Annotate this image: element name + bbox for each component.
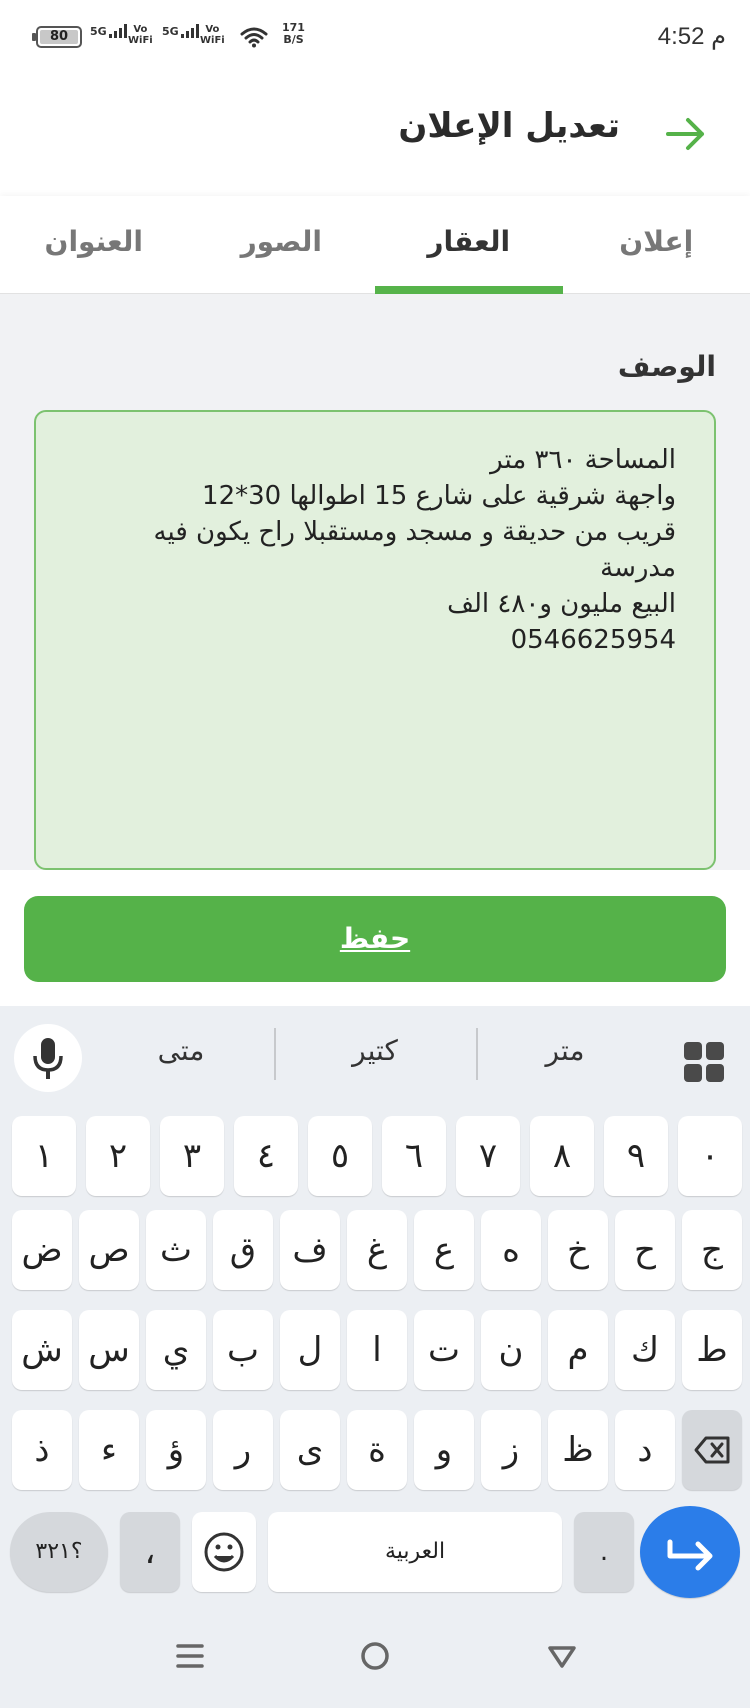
key[interactable]: ف <box>280 1210 340 1290</box>
comma-key[interactable]: ، <box>120 1512 180 1592</box>
menu-icon[interactable] <box>170 1636 210 1676</box>
symbols-key[interactable]: ؟٣٢١ <box>10 1512 108 1592</box>
back-arrow-icon[interactable] <box>664 112 708 156</box>
clock: 4:52 م <box>657 23 726 50</box>
key[interactable]: ش <box>12 1310 72 1390</box>
suggestion-3[interactable]: متى <box>96 1034 266 1067</box>
wifi-icon <box>240 27 268 48</box>
letter-row-2: ط ك م ن ت ا ل ب ي س ش <box>8 1310 742 1390</box>
key[interactable]: ٠ <box>678 1116 742 1196</box>
suggestion-1[interactable]: متر <box>480 1034 650 1067</box>
key[interactable]: ر <box>213 1410 273 1490</box>
key[interactable]: ؤ <box>146 1410 206 1490</box>
status-bar: 80 5G Vo WiFi 5G Vo WiFi 171 B/S 4:52 م <box>0 0 750 76</box>
key[interactable]: ة <box>347 1410 407 1490</box>
battery-icon: 80 <box>32 26 82 48</box>
battery-level: 80 <box>49 29 69 44</box>
key[interactable]: ١ <box>12 1116 76 1196</box>
key[interactable]: ذ <box>12 1410 72 1490</box>
key[interactable]: م <box>548 1310 608 1390</box>
mic-icon <box>33 1038 63 1079</box>
save-area: حفظ <box>0 870 750 1006</box>
home-icon[interactable] <box>355 1636 395 1676</box>
letter-row-1: ج ح خ ه ع غ ف ق ث ص ض <box>8 1210 742 1290</box>
emoji-key[interactable] <box>192 1512 256 1592</box>
key[interactable]: ٨ <box>530 1116 594 1196</box>
apps-grid-icon[interactable] <box>684 1042 724 1082</box>
key[interactable]: و <box>414 1410 474 1490</box>
tab-address[interactable]: العنوان <box>0 196 188 293</box>
key[interactable]: س <box>79 1310 139 1390</box>
key[interactable]: ض <box>12 1210 72 1290</box>
tab-photos[interactable]: الصور <box>188 196 376 293</box>
key[interactable]: ٤ <box>234 1116 298 1196</box>
backspace-key[interactable] <box>682 1410 742 1490</box>
key[interactable]: ٦ <box>382 1116 446 1196</box>
tab-property[interactable]: العقار <box>375 196 563 294</box>
key[interactable]: ٩ <box>604 1116 668 1196</box>
key[interactable]: ت <box>414 1310 474 1390</box>
key[interactable]: ج <box>682 1210 742 1290</box>
mic-button[interactable] <box>14 1024 82 1092</box>
page-title: تعديل الإعلان <box>398 106 620 146</box>
back-triangle-icon[interactable] <box>542 1636 582 1676</box>
backspace-icon <box>694 1436 730 1464</box>
vowifi-indicator-2: Vo WiFi <box>200 24 225 46</box>
key[interactable]: ا <box>347 1310 407 1390</box>
key[interactable]: ن <box>481 1310 541 1390</box>
save-button[interactable]: حفظ <box>24 896 726 982</box>
tab-bar: إعلان العقار الصور العنوان <box>0 196 750 294</box>
key[interactable]: ح <box>615 1210 675 1290</box>
key[interactable]: ب <box>213 1310 273 1390</box>
network-speed: 171 B/S <box>282 21 305 46</box>
tab-ad[interactable]: إعلان <box>563 196 750 293</box>
form-content: الوصف المساحة ٣٦٠ متر واجهة شرقية على شا… <box>0 294 750 870</box>
key[interactable]: ث <box>146 1210 206 1290</box>
key[interactable]: غ <box>347 1210 407 1290</box>
key[interactable]: ك <box>615 1310 675 1390</box>
suggestion-bar: متى كتير متر <box>0 1006 750 1102</box>
key[interactable]: ٣ <box>160 1116 224 1196</box>
key[interactable]: ع <box>414 1210 474 1290</box>
key[interactable]: ه <box>481 1210 541 1290</box>
suggestion-2[interactable]: كتير <box>290 1034 460 1067</box>
key[interactable]: ط <box>682 1310 742 1390</box>
key[interactable]: ٢ <box>86 1116 150 1196</box>
key[interactable]: د <box>615 1410 675 1490</box>
enter-arrow-icon <box>667 1539 713 1571</box>
letter-row-3: د ظ ز و ة ى ر ؤ ء ذ <box>8 1410 742 1490</box>
period-key[interactable]: . <box>574 1512 634 1592</box>
vowifi-indicator: Vo WiFi <box>128 24 153 46</box>
key[interactable]: ي <box>146 1310 206 1390</box>
key[interactable]: ص <box>79 1210 139 1290</box>
key[interactable]: خ <box>548 1210 608 1290</box>
app-header: تعديل الإعلان <box>0 76 750 196</box>
key[interactable]: ظ <box>548 1410 608 1490</box>
system-nav-bar <box>0 1606 750 1708</box>
signal-icon-2: 5G <box>162 24 199 38</box>
key[interactable]: ٧ <box>456 1116 520 1196</box>
key[interactable]: ٥ <box>308 1116 372 1196</box>
bottom-row: ؟٣٢١ ، العربية . <box>8 1506 742 1598</box>
enter-key[interactable] <box>640 1506 740 1598</box>
digit-row: ٠ ٩ ٨ ٧ ٦ ٥ ٤ ٣ ٢ ١ <box>8 1116 742 1196</box>
signal-icon: 5G <box>90 24 127 38</box>
key[interactable]: ء <box>79 1410 139 1490</box>
space-key[interactable]: العربية <box>268 1512 562 1592</box>
key[interactable]: ق <box>213 1210 273 1290</box>
description-label: الوصف <box>617 350 716 383</box>
keyboard: متى كتير متر ٠ ٩ ٨ ٧ ٦ ٥ ٤ ٣ ٢ ١ ج ح خ ه… <box>0 1006 750 1606</box>
key[interactable]: ز <box>481 1410 541 1490</box>
emoji-icon <box>204 1532 244 1572</box>
key[interactable]: ى <box>280 1410 340 1490</box>
key[interactable]: ل <box>280 1310 340 1390</box>
description-textarea[interactable]: المساحة ٣٦٠ متر واجهة شرقية على شارع 15 … <box>34 410 716 870</box>
